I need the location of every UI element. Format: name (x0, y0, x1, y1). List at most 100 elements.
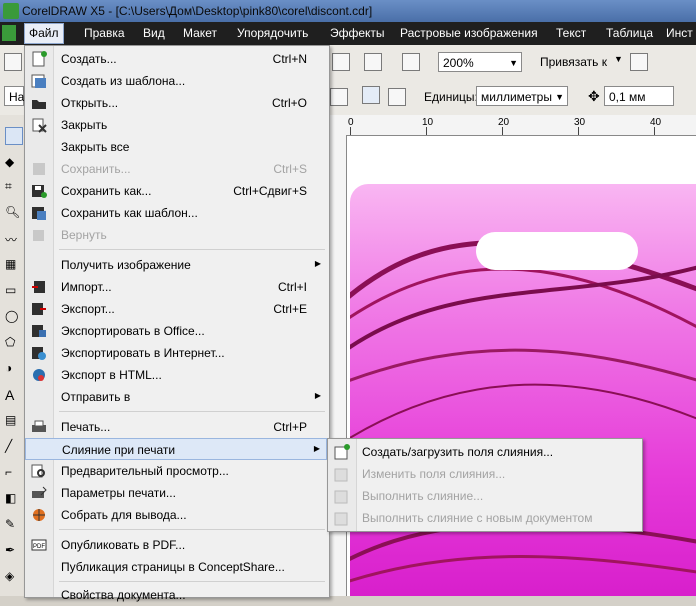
table-tool-icon[interactable]: ▤ (5, 413, 21, 429)
menu-item-export-web[interactable]: Экспортировать в Интернет... (25, 342, 327, 364)
menu-item-close-all[interactable]: Закрыть все (25, 136, 327, 158)
options-icon[interactable] (630, 53, 648, 71)
menu-item-label: Импорт... (61, 280, 112, 294)
preset-combo[interactable]: На (4, 86, 24, 106)
menu-view[interactable]: Вид (143, 26, 165, 40)
nudge-field[interactable]: 0,1 мм (604, 86, 674, 106)
landscape-icon[interactable] (330, 88, 348, 106)
ruler-label: 40 (650, 117, 662, 128)
application-launcher-icon[interactable] (332, 53, 350, 71)
menu-item-print[interactable]: Печать... Ctrl+P (25, 416, 327, 438)
pick-tool-icon[interactable] (5, 127, 23, 145)
menu-item-conceptshare[interactable]: Публикация страницы в ConceptShare... (25, 556, 327, 578)
print-icon[interactable] (364, 53, 382, 71)
new-icon[interactable] (4, 53, 22, 71)
menu-item-print-preview[interactable]: Предварительный просмотр... (25, 460, 327, 482)
menu-item-print-merge[interactable]: Слияние при печати ▶ (25, 438, 327, 460)
ruler-label: 10 (422, 117, 434, 128)
freehand-tool-icon[interactable]: 〰 (5, 231, 21, 247)
menu-arrange[interactable]: Упорядочить (237, 26, 308, 40)
fill-tool-icon[interactable]: ◈ (5, 569, 21, 585)
shape-tool-icon[interactable]: ◆ (5, 155, 21, 171)
menu-file[interactable]: Файл (24, 23, 64, 44)
menu-edit[interactable]: Правка (84, 26, 125, 40)
menu-item-publish-pdf[interactable]: PDF Опубликовать в PDF... (25, 534, 327, 556)
zoom-combo[interactable]: 200% ▼ (438, 52, 522, 72)
coreldraw-app-icon (3, 3, 19, 19)
new-doc-icon (31, 51, 47, 67)
menu-item-import[interactable]: Импорт... Ctrl+I (25, 276, 327, 298)
document-icon[interactable] (2, 25, 16, 41)
menu-item-label: Получить изображение (61, 258, 191, 272)
title-bar: CorelDRAW X5 - [C:\Users\Дом\Desktop\pin… (0, 0, 696, 22)
menu-item-shortcut: Ctrl+O (271, 96, 307, 110)
submenu-item-edit-merge-fields[interactable]: Изменить поля слияния... (328, 463, 640, 485)
menu-item-collect-for-output[interactable]: Собрать для вывода... (25, 504, 327, 526)
template-icon (31, 73, 47, 89)
basic-shapes-icon[interactable]: ◑ (5, 361, 21, 377)
blend-tool-icon[interactable]: ◧ (5, 491, 21, 507)
menu-item-export-office[interactable]: Экспортировать в Office... (25, 320, 327, 342)
menu-item-revert[interactable]: Вернуть (25, 224, 327, 246)
ruler-tick (350, 127, 351, 135)
menu-item-new[interactable]: Создать... Ctrl+N (25, 48, 327, 70)
save-icon (31, 161, 47, 177)
menu-item-label: Экспорт... (61, 302, 115, 316)
eyedropper-tool-icon[interactable]: ✎ (5, 517, 21, 533)
menu-item-save-as[interactable]: Сохранить как... Ctrl+Сдвиг+S (25, 180, 327, 202)
menu-item-label: Сохранить как... (61, 184, 152, 198)
connector-tool-icon[interactable]: ⌐ (5, 465, 21, 481)
menu-item-export[interactable]: Экспорт... Ctrl+E (25, 298, 327, 320)
menu-item-open[interactable]: Открыть... Ctrl+O (25, 92, 327, 114)
menu-item-save[interactable]: Сохранить... Ctrl+S (25, 158, 327, 180)
pink-bag-artwork[interactable] (350, 184, 696, 596)
close-doc-icon (31, 117, 47, 133)
menu-item-save-as-template[interactable]: Сохранить как шаблон... (25, 202, 327, 224)
submenu-item-perform-merge[interactable]: Выполнить слияние... (328, 485, 640, 507)
dimension-tool-icon[interactable]: ╱ (5, 439, 21, 455)
polygon-tool-icon[interactable]: ⬠ (5, 335, 21, 351)
units-combo[interactable]: миллиметры ▼ (476, 86, 568, 106)
submenu-item-label: Создать/загрузить поля слияния... (362, 445, 554, 459)
menu-item-label: Вернуть (61, 228, 107, 242)
menu-item-shortcut: Ctrl+Сдвиг+S (233, 184, 307, 198)
ellipse-tool-icon[interactable]: ◯ (5, 309, 21, 325)
menu-item-export-html[interactable]: Экспорт в HTML... (25, 364, 327, 386)
menu-item-acquire-image[interactable]: Получить изображение ▶ (25, 254, 327, 276)
ruler-label: 20 (498, 117, 510, 128)
menu-tools[interactable]: Инст (666, 26, 693, 40)
submenu-item-merge-new-document[interactable]: Выполнить слияние с новым документом (328, 507, 640, 529)
rectangle-tool-icon[interactable]: ▭ (5, 283, 21, 299)
ruler-label: 0 (348, 117, 354, 128)
menu-table[interactable]: Таблица (606, 26, 653, 40)
submenu-item-label: Выполнить слияние... (362, 489, 484, 503)
menu-layout[interactable]: Макет (183, 26, 217, 40)
snap-dropdown-icon[interactable]: ▼ (614, 54, 623, 64)
menu-item-close[interactable]: Закрыть (25, 114, 327, 136)
outline-tool-icon[interactable]: ✒ (5, 543, 21, 559)
smart-fill-icon[interactable]: ▦ (5, 257, 21, 273)
menu-item-send-to[interactable]: Отправить в ▶ (25, 386, 327, 408)
submenu-arrow-icon: ▶ (314, 391, 321, 400)
menu-bitmaps[interactable]: Растровые изображения (400, 26, 538, 40)
menu-item-new-from-template[interactable]: Создать из шаблона... (25, 70, 327, 92)
submenu-item-create-merge-fields[interactable]: Создать/загрузить поля слияния... (328, 441, 640, 463)
zoom-tool-icon[interactable]: 🔍︎ (5, 205, 21, 221)
snap-to-label[interactable]: Привязать к (540, 55, 607, 69)
menu-item-print-setup[interactable]: Параметры печати... (25, 482, 327, 504)
crop-tool-icon[interactable]: ⌗ (5, 179, 21, 195)
menu-effects[interactable]: Эффекты (330, 26, 385, 40)
menu-separator (59, 529, 325, 530)
all-pages-icon[interactable] (362, 86, 380, 104)
perform-merge-icon (334, 488, 350, 504)
collect-output-icon (31, 507, 47, 523)
menu-item-label: Параметры печати... (61, 486, 176, 500)
menu-item-document-properties[interactable]: Свойства документа... (25, 584, 327, 606)
text-tool-icon[interactable]: A (5, 387, 21, 403)
welcome-screen-icon[interactable] (402, 53, 420, 71)
menu-text[interactable]: Текст (556, 26, 586, 40)
current-page-icon[interactable] (388, 88, 406, 106)
save-as-icon (31, 183, 47, 199)
import-icon (31, 279, 47, 295)
menu-item-label: Закрыть (61, 118, 108, 132)
